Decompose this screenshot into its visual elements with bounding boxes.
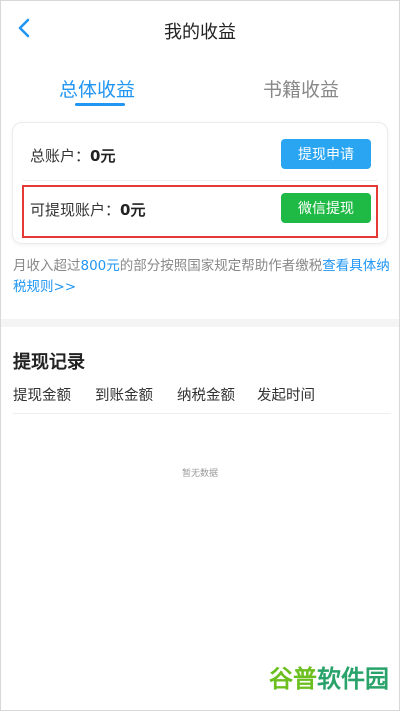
column-header-withdraw-amount: 提现金额 <box>13 388 71 404</box>
section-separator <box>1 319 399 327</box>
withdrawable-account-row: 可提现账户：0元 微信提现 <box>13 187 389 231</box>
empty-state-text: 暂无数据 <box>181 469 218 479</box>
tab-book-earnings[interactable]: 书籍收益 <box>263 75 339 102</box>
column-header-tax-amount: 纳税金额 <box>177 388 235 404</box>
page-title: 我的收益 <box>164 22 236 43</box>
records-table-header: 提现金额 到账金额 纳税金额 发起时间 <box>13 384 391 414</box>
wechat-withdraw-button[interactable]: 微信提现 <box>281 193 371 223</box>
column-header-initiated-time: 发起时间 <box>257 388 315 404</box>
withdraw-records-title: 提现记录 <box>13 352 85 373</box>
tax-threshold-amount: 800元 <box>80 258 120 274</box>
active-tab-indicator <box>75 103 125 106</box>
total-account-value: 0元 <box>90 147 116 165</box>
tab-overall-earnings[interactable]: 总体收益 <box>59 75 135 102</box>
tab-bar: 总体收益 书籍收益 <box>1 63 399 113</box>
app-screen: 我的收益 总体收益 书籍收益 总账户：0元 提现申请 可提现账户：0元 微信提现… <box>0 0 400 711</box>
divider <box>23 180 377 181</box>
account-card: 总账户：0元 提现申请 可提现账户：0元 微信提现 <box>12 122 388 244</box>
nav-bar: 我的收益 <box>1 1 399 59</box>
withdrawable-account-value: 0元 <box>120 201 146 219</box>
total-account-row: 总账户：0元 提现申请 <box>13 133 389 177</box>
watermark-logo: 谷普 软件园 <box>269 665 389 693</box>
column-header-received-amount: 到账金额 <box>95 388 153 404</box>
total-account-label: 总账户：0元 <box>30 147 116 165</box>
tax-note: 月收入超过800元的部分按照国家规定帮助作者缴税查看具体纳税规则>> <box>13 258 390 295</box>
withdrawable-account-label: 可提现账户：0元 <box>30 201 146 219</box>
withdraw-apply-button[interactable]: 提现申请 <box>281 139 371 169</box>
